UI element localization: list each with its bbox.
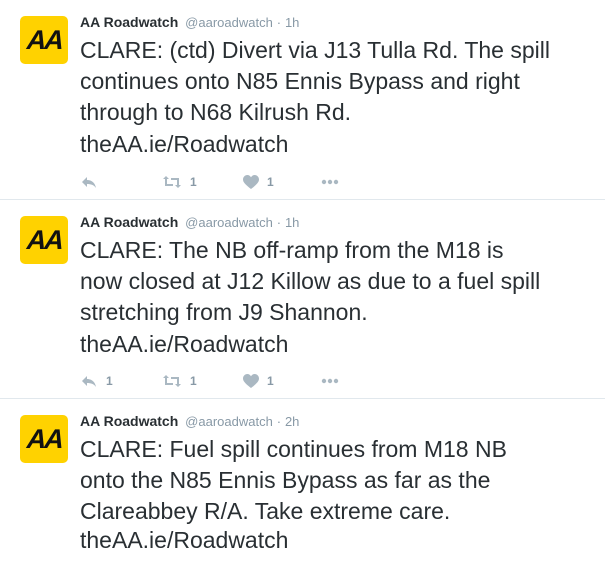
separator-dot: · <box>276 215 282 230</box>
tweet-header: AA Roadwatch @aaroadwatch · 2h <box>80 412 299 431</box>
retweet-count: 1 <box>190 175 197 189</box>
avatar[interactable]: AA <box>20 16 68 64</box>
like-button[interactable]: 1 <box>243 172 274 192</box>
author-handle[interactable]: @aaroadwatch <box>185 215 273 230</box>
tweet[interactable]: AA AA Roadwatch @aaroadwatch · 1h CLARE:… <box>0 0 605 200</box>
tweet-text-line: now closed at J12 Killow as due to a fue… <box>80 268 541 294</box>
avatar[interactable]: AA <box>20 216 68 264</box>
tweet-text-line: continues onto N85 Ennis Bypass and righ… <box>80 68 520 94</box>
retweet-icon <box>162 373 182 389</box>
tweet-header: AA Roadwatch @aaroadwatch · 1h <box>80 13 299 32</box>
retweet-count: 1 <box>190 374 197 388</box>
like-count: 1 <box>267 374 274 388</box>
separator-dot: · <box>276 414 282 429</box>
tweet-actions: 1 1 <box>80 172 380 192</box>
retweet-button[interactable]: 1 <box>162 172 197 192</box>
like-count: 1 <box>267 175 274 189</box>
avatar-logo-text: AA <box>25 423 63 454</box>
tweet-text-line: CLARE: Fuel spill continues from M18 NB <box>80 436 507 462</box>
tweet-text-line: through to N68 Kilrush Rd. <box>80 99 352 125</box>
author-handle[interactable]: @aaroadwatch <box>185 414 273 429</box>
tweet-header: AA Roadwatch @aaroadwatch · 1h <box>80 213 299 232</box>
tweet-text-line: Clareabbey R/A. Take extreme care. <box>80 498 451 524</box>
tweet-text-line: CLARE: (ctd) Divert via J13 Tulla Rd. Th… <box>80 37 550 63</box>
tweet-link[interactable]: theAA.ie/Roadwatch <box>80 329 288 360</box>
tweet[interactable]: AA AA Roadwatch @aaroadwatch · 2h CLARE:… <box>0 399 605 561</box>
reply-button[interactable]: 1 <box>80 371 113 391</box>
tweet-timestamp[interactable]: 2h <box>285 414 299 429</box>
tweet-link[interactable]: theAA.ie/Roadwatch <box>80 525 288 556</box>
retweet-icon <box>162 174 182 190</box>
heart-icon <box>243 174 259 190</box>
tweet-actions: 1 1 1 <box>80 371 380 391</box>
separator-dot: · <box>276 15 282 30</box>
tweet-text: CLARE: (ctd) Divert via J13 Tulla Rd. Th… <box>80 35 595 128</box>
avatar[interactable]: AA <box>20 415 68 463</box>
tweet-text-line: onto the N85 Ennis Bypass as far as the <box>80 467 491 493</box>
reply-icon <box>80 174 98 190</box>
tweet-text-line: stretching from J9 Shannon. <box>80 299 368 325</box>
avatar-logo-text: AA <box>25 224 63 255</box>
more-button[interactable] <box>321 172 339 192</box>
tweet-timeline: AA AA Roadwatch @aaroadwatch · 1h CLARE:… <box>0 0 605 561</box>
tweet-timestamp[interactable]: 1h <box>285 15 299 30</box>
reply-count: 1 <box>106 374 113 388</box>
tweet-text: CLARE: The NB off-ramp from the M18 is n… <box>80 235 595 328</box>
tweet-timestamp[interactable]: 1h <box>285 215 299 230</box>
tweet-text-line: CLARE: The NB off-ramp from the M18 is <box>80 237 504 263</box>
more-icon <box>321 179 339 185</box>
tweet-link[interactable]: theAA.ie/Roadwatch <box>80 129 288 160</box>
reply-icon <box>80 373 98 389</box>
author-name[interactable]: AA Roadwatch <box>80 14 178 30</box>
avatar-logo-text: AA <box>25 24 63 55</box>
reply-button[interactable] <box>80 172 98 192</box>
tweet[interactable]: AA AA Roadwatch @aaroadwatch · 1h CLARE:… <box>0 200 605 399</box>
more-icon <box>321 378 339 384</box>
tweet-text: CLARE: Fuel spill continues from M18 NB … <box>80 434 595 527</box>
like-button[interactable]: 1 <box>243 371 274 391</box>
more-button[interactable] <box>321 371 339 391</box>
author-name[interactable]: AA Roadwatch <box>80 413 178 429</box>
author-handle[interactable]: @aaroadwatch <box>185 15 273 30</box>
author-name[interactable]: AA Roadwatch <box>80 214 178 230</box>
heart-icon <box>243 373 259 389</box>
retweet-button[interactable]: 1 <box>162 371 197 391</box>
